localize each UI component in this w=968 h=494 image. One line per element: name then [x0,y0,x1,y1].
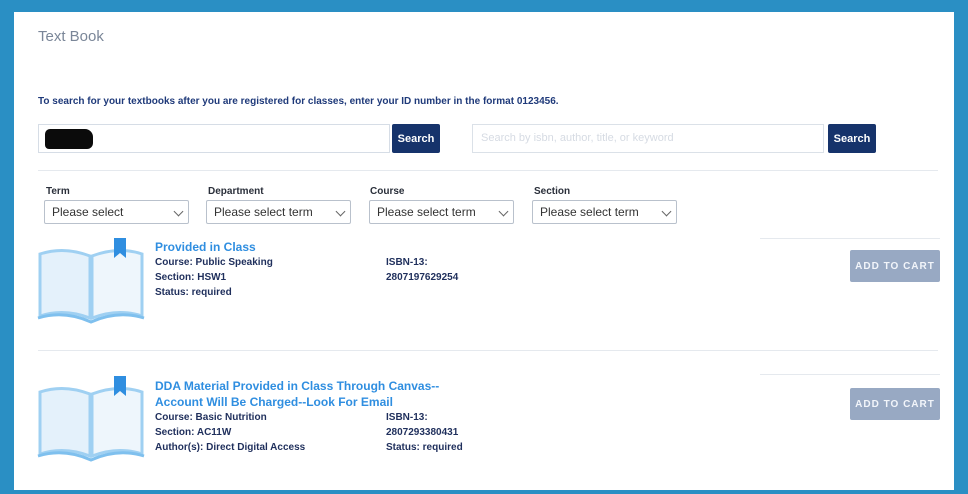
term-select-value: Please select [52,205,124,219]
id-number-input[interactable] [38,124,390,153]
item-title-line: Account Will Be Charged--Look For Email [155,395,393,409]
chevron-down-icon [173,206,184,217]
item-course: Course: Basic Nutrition [155,412,267,423]
chevron-down-icon [661,206,672,217]
divider [38,170,938,171]
divider [38,350,938,351]
item-authors: Author(s): Direct Digital Access [155,442,306,453]
window-frame: Text Book To search for your textbooks a… [0,0,968,494]
course-select[interactable]: Please select term [369,200,514,224]
add-to-cart-button[interactable]: ADD TO CART [850,388,940,420]
isbn-label: ISBN-13: [386,412,428,423]
department-select-value: Please select term [214,205,313,219]
section-select[interactable]: Please select term [532,200,677,224]
item-title-link[interactable]: Provided in Class [155,240,256,254]
item-section: Section: HSW1 [155,272,227,283]
add-to-cart-button[interactable]: ADD TO CART [850,250,940,282]
item-title-link[interactable]: DDA Material Provided in Class Through C… [155,378,439,410]
divider [760,238,940,239]
textbook-panel: Text Book To search for your textbooks a… [14,12,954,490]
course-select-value: Please select term [377,205,476,219]
department-label: Department [208,186,264,197]
item-isbn: ISBN-13: 2807293380431 Status: required [386,410,463,455]
isbn-label: ISBN-13: [386,257,428,268]
book-icon [37,376,145,462]
keyword-search-input[interactable]: Search by isbn, author, title, or keywor… [472,124,824,153]
chevron-down-icon [335,206,346,217]
item-details: Course: Basic Nutrition Section: AC11W A… [155,410,305,455]
term-select[interactable]: Please select [44,200,189,224]
item-status: Status: required [386,442,463,453]
page-title: Text Book [38,28,104,45]
item-details: Course: Public Speaking Section: HSW1 St… [155,255,273,300]
search-instructions: To search for your textbooks after you a… [38,96,559,107]
keyword-search-button[interactable]: Search [828,124,876,153]
term-label: Term [46,186,70,197]
divider [760,374,940,375]
item-title-line: DDA Material Provided in Class Through C… [155,379,440,393]
item-isbn: ISBN-13: 2807197629254 [386,255,458,285]
isbn-value: 2807197629254 [386,272,459,283]
item-section: Section: AC11W [155,427,232,438]
section-select-value: Please select term [540,205,639,219]
course-label: Course [370,186,405,197]
book-icon [37,238,145,324]
item-course: Course: Public Speaking [155,257,273,268]
item-status: Status: required [155,287,232,298]
department-select[interactable]: Please select term [206,200,351,224]
id-search-button[interactable]: Search [392,124,440,153]
section-label: Section [534,186,571,197]
redacted-id-value [45,129,93,149]
chevron-down-icon [498,206,509,217]
isbn-value: 2807293380431 [386,427,459,438]
